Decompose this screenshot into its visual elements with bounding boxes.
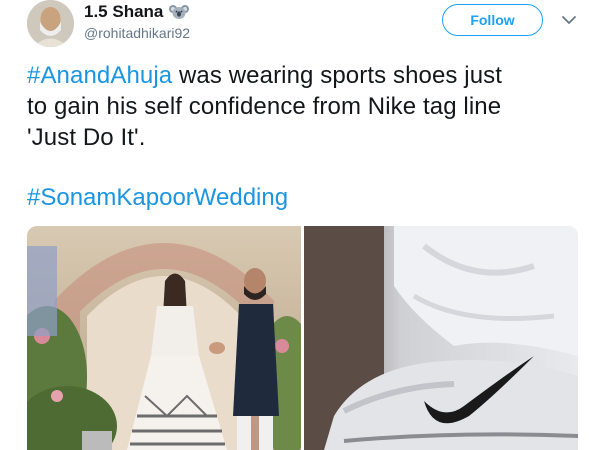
avatar[interactable] bbox=[27, 0, 74, 47]
tweet-photo-couple[interactable] bbox=[27, 226, 301, 450]
display-name[interactable]: 1.5 Shana bbox=[84, 2, 190, 22]
koala-icon bbox=[169, 4, 190, 20]
display-name-text: 1.5 Shana bbox=[84, 2, 164, 21]
user-handle[interactable]: @rohitadhikari92 bbox=[84, 25, 190, 41]
tweet-line-3: 'Just Do It'. bbox=[27, 124, 146, 151]
chevron-down-icon[interactable] bbox=[561, 12, 577, 28]
shoe-photo-image bbox=[304, 226, 578, 450]
follow-button[interactable]: Follow bbox=[442, 4, 543, 36]
tweet-photo-shoe[interactable] bbox=[304, 226, 578, 450]
hashtag-link-anand-ahuja[interactable]: #AnandAhuja bbox=[27, 62, 172, 89]
avatar-image bbox=[27, 0, 74, 47]
tweet-line-1: #AnandAhuja was wearing sports shoes jus… bbox=[27, 60, 587, 91]
couple-photo-image bbox=[27, 226, 301, 450]
hashtag-link-sonam-kapoor-wedding[interactable]: #SonamKapoorWedding bbox=[27, 184, 288, 212]
tweet-text: #AnandAhuja was wearing sports shoes jus… bbox=[27, 60, 587, 153]
tweet-line-2: to gain his self confidence from Nike ta… bbox=[27, 93, 502, 120]
tweet-line-1-rest: was wearing sports shoes just bbox=[172, 62, 503, 89]
